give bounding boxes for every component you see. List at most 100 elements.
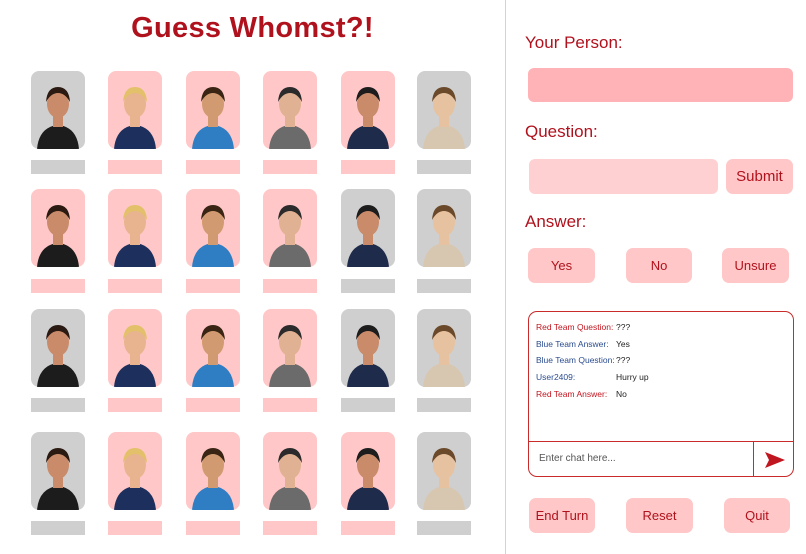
character-name-bar bbox=[31, 279, 85, 293]
character-name-bar bbox=[108, 160, 162, 174]
character-name-bar bbox=[417, 521, 471, 535]
portrait-image bbox=[114, 87, 156, 149]
chat-text: Hurry up bbox=[616, 372, 649, 382]
character-name-bar bbox=[263, 521, 317, 535]
your-person-field[interactable] bbox=[528, 68, 793, 102]
portrait-image bbox=[269, 448, 311, 510]
reset-button[interactable]: Reset bbox=[626, 498, 693, 533]
character-card[interactable] bbox=[31, 309, 85, 387]
answer-unsure-button[interactable]: Unsure bbox=[722, 248, 789, 283]
character-name-bar bbox=[341, 160, 395, 174]
character-name-bar bbox=[263, 398, 317, 412]
chat-text: ??? bbox=[616, 355, 631, 365]
page-title: Guess Whomst?! bbox=[131, 12, 374, 44]
portrait-image bbox=[114, 205, 156, 267]
character-name-bar bbox=[263, 160, 317, 174]
chat-sender: Red Team Question: bbox=[536, 322, 614, 332]
chat-sender: Blue Team Question: bbox=[536, 355, 615, 365]
portrait-image bbox=[269, 87, 311, 149]
character-card[interactable] bbox=[108, 432, 162, 510]
character-card[interactable] bbox=[186, 432, 240, 510]
character-name-bar bbox=[186, 398, 240, 412]
portrait-image bbox=[114, 448, 156, 510]
character-name-bar bbox=[417, 398, 471, 412]
answer-yes-button[interactable]: Yes bbox=[528, 248, 595, 283]
character-card[interactable] bbox=[417, 309, 471, 387]
character-name-bar bbox=[417, 160, 471, 174]
character-card[interactable] bbox=[263, 71, 317, 149]
character-card[interactable] bbox=[341, 432, 395, 510]
portrait-image bbox=[192, 87, 234, 149]
portrait-image bbox=[423, 205, 465, 267]
character-card[interactable] bbox=[31, 189, 85, 267]
portrait-image bbox=[423, 87, 465, 149]
character-card[interactable] bbox=[263, 432, 317, 510]
chat-input-row: Enter chat here... bbox=[529, 441, 793, 476]
chat-sender: User2409: bbox=[536, 372, 576, 382]
character-card[interactable] bbox=[186, 309, 240, 387]
character-card[interactable] bbox=[341, 309, 395, 387]
send-arrow-icon bbox=[764, 452, 785, 468]
character-name-bar bbox=[263, 279, 317, 293]
character-card[interactable] bbox=[263, 189, 317, 267]
portrait-image bbox=[423, 325, 465, 387]
chat-text: ??? bbox=[616, 322, 631, 332]
character-card[interactable] bbox=[417, 432, 471, 510]
game-board: Guess Whomst?! bbox=[0, 0, 505, 554]
character-card[interactable] bbox=[31, 71, 85, 149]
quit-button[interactable]: Quit bbox=[724, 498, 790, 533]
portrait-image bbox=[192, 448, 234, 510]
chat-box: Red Team Question: ??? Blue Team Answer:… bbox=[528, 311, 794, 477]
character-card[interactable] bbox=[263, 309, 317, 387]
portrait-image bbox=[37, 448, 79, 510]
portrait-image bbox=[192, 325, 234, 387]
character-name-bar bbox=[186, 521, 240, 535]
character-card[interactable] bbox=[417, 71, 471, 149]
portrait-image bbox=[114, 325, 156, 387]
portrait-image bbox=[37, 87, 79, 149]
character-card[interactable] bbox=[108, 309, 162, 387]
chat-text: Yes bbox=[616, 339, 630, 349]
portrait-image bbox=[37, 205, 79, 267]
character-name-bar bbox=[31, 160, 85, 174]
control-panel: Your Person: Question: Submit Answer: Ye… bbox=[506, 0, 806, 554]
portrait-image bbox=[269, 205, 311, 267]
portrait-image bbox=[37, 325, 79, 387]
question-input[interactable] bbox=[529, 159, 718, 194]
character-name-bar bbox=[31, 398, 85, 412]
character-name-bar bbox=[186, 160, 240, 174]
character-card[interactable] bbox=[31, 432, 85, 510]
question-label: Question: bbox=[525, 122, 598, 141]
character-name-bar bbox=[341, 279, 395, 293]
character-card[interactable] bbox=[186, 189, 240, 267]
portrait-image bbox=[347, 448, 389, 510]
portrait-image bbox=[423, 448, 465, 510]
character-card[interactable] bbox=[341, 71, 395, 149]
portrait-image bbox=[192, 205, 234, 267]
answer-label: Answer: bbox=[525, 212, 587, 231]
portrait-image bbox=[269, 325, 311, 387]
character-name-bar bbox=[417, 279, 471, 293]
your-person-label: Your Person: bbox=[525, 33, 623, 52]
character-name-bar bbox=[31, 521, 85, 535]
portrait-image bbox=[347, 205, 389, 267]
chat-input[interactable]: Enter chat here... bbox=[539, 453, 616, 464]
character-card[interactable] bbox=[108, 189, 162, 267]
character-card[interactable] bbox=[108, 71, 162, 149]
submit-button[interactable]: Submit bbox=[726, 159, 793, 194]
character-card[interactable] bbox=[417, 189, 471, 267]
send-button[interactable] bbox=[753, 442, 793, 476]
character-name-bar bbox=[186, 279, 240, 293]
character-name-bar bbox=[341, 521, 395, 535]
answer-no-button[interactable]: No bbox=[626, 248, 692, 283]
portrait-image bbox=[347, 325, 389, 387]
character-card[interactable] bbox=[186, 71, 240, 149]
character-name-bar bbox=[108, 398, 162, 412]
chat-sender: Red Team Answer: bbox=[536, 389, 608, 399]
character-name-bar bbox=[108, 279, 162, 293]
portrait-image bbox=[347, 87, 389, 149]
end-turn-button[interactable]: End Turn bbox=[529, 498, 595, 533]
character-card[interactable] bbox=[341, 189, 395, 267]
character-name-bar bbox=[108, 521, 162, 535]
chat-sender: Blue Team Answer: bbox=[536, 339, 609, 349]
